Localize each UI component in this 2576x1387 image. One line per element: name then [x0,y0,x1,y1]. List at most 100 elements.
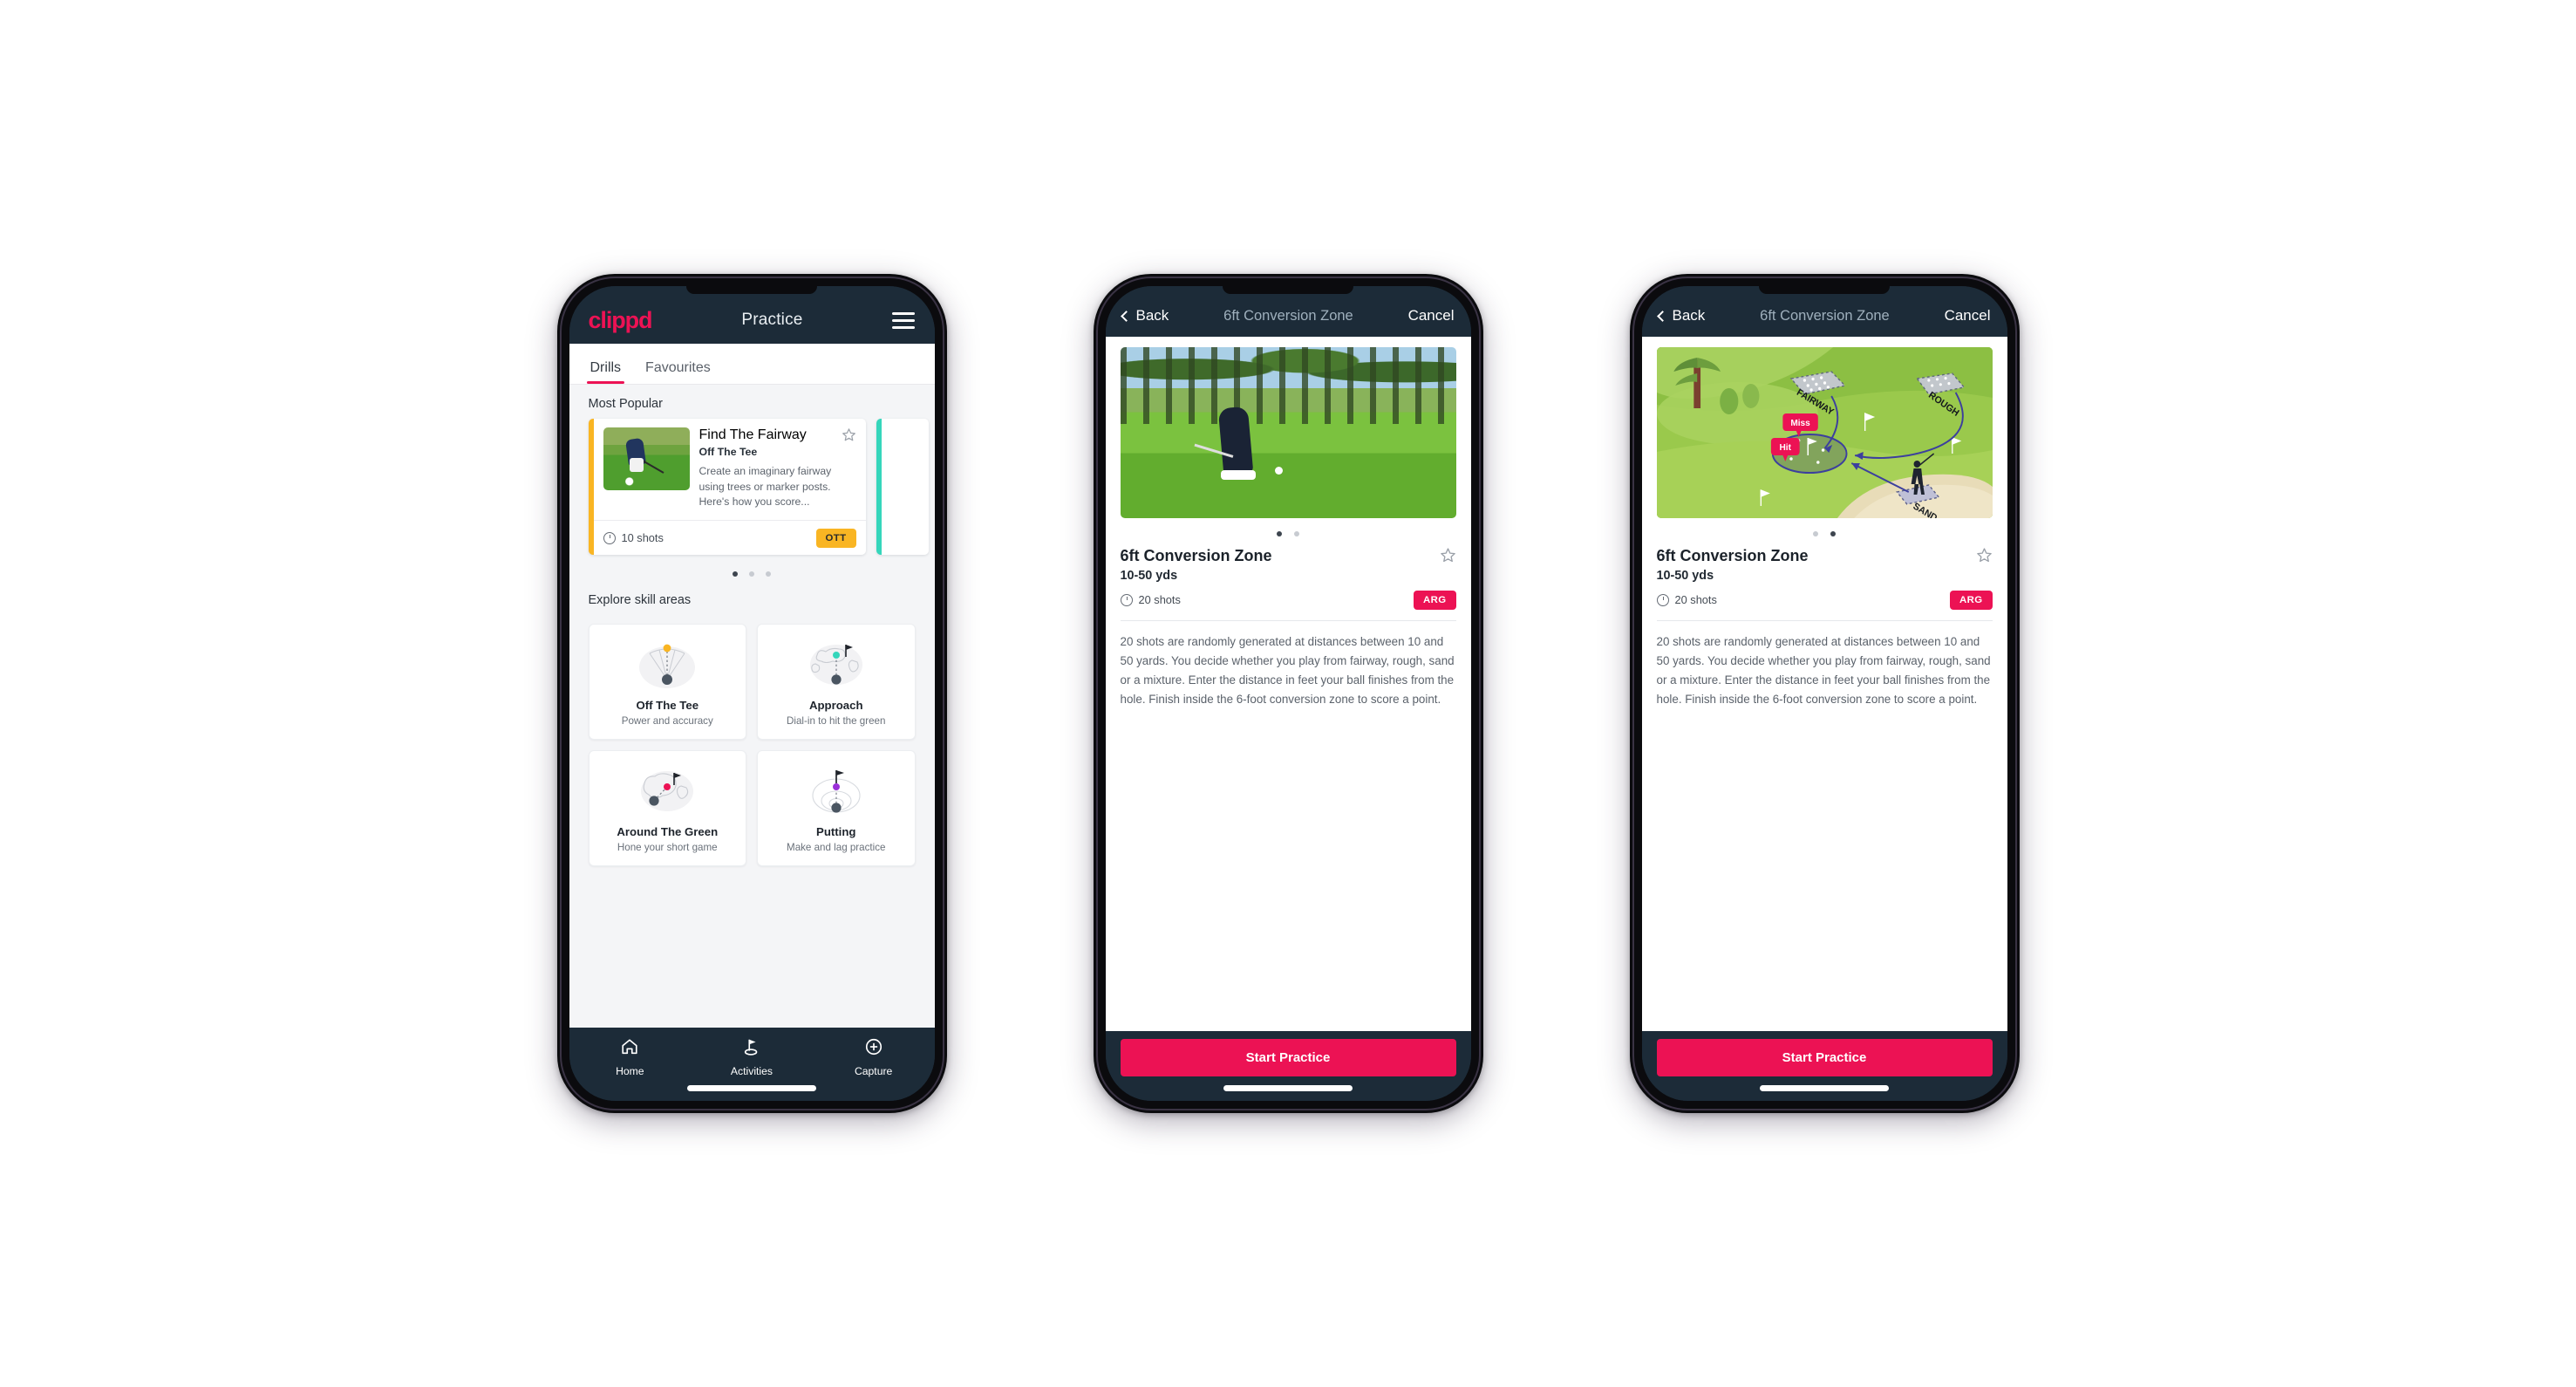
skill-card-putting[interactable]: Putting Make and lag practice [757,750,916,867]
drill-card-next-peek[interactable] [876,419,929,556]
hero-illustration[interactable]: FAIRWAY ROUGH SAND Miss Hit [1656,347,1993,518]
explore-heading: Explore skill areas [588,593,692,608]
detail-meta-row: 20 shots ARG [1120,590,1456,621]
approach-icon [765,638,908,692]
plus-circle-icon [864,1037,883,1061]
tab-favourites-label: Favourites [645,360,711,375]
practice-body: Most Popular Find The Fairway Off The Te… [569,385,935,1028]
back-label: Back [1672,307,1706,324]
hamburger-icon[interactable] [892,311,916,329]
detail-title: 6ft Conversion Zone [1656,547,1809,564]
svg-text:Miss: Miss [1790,419,1810,428]
detail-shots: 20 shots [1120,593,1181,607]
carousel-dots[interactable] [569,555,935,577]
drill-card-top: Find The Fairway Off The Tee Create an i… [594,419,866,520]
detail-meta-row: 20 shots ARG [1656,590,1993,621]
clippd-logo: clippd [588,306,653,333]
chevron-left-icon [1656,310,1668,322]
home-indicator [687,1085,816,1091]
back-label: Back [1135,307,1169,324]
device-notch [1759,286,1890,294]
drill-thumbnail [603,427,690,490]
off-the-tee-icon [596,638,739,692]
drill-card-meta: Find The Fairway Off The Tee Create an i… [699,427,856,510]
hero-dot[interactable] [1294,531,1299,536]
cancel-button[interactable]: Cancel [1408,307,1455,325]
status-badge: ARG [1413,590,1456,610]
device-notch [1223,286,1353,294]
skill-card-approach[interactable]: Approach Dial-in to hit the green [757,624,916,741]
skill-desc: Dial-in to hit the green [787,715,886,728]
tab-capture[interactable]: Capture [814,1037,934,1077]
skill-desc: Power and accuracy [621,715,713,728]
start-practice-button[interactable]: Start Practice [1656,1039,1993,1076]
skill-area-grid: Off The Tee Power and accuracy Approach … [569,615,935,867]
cancel-button[interactable]: Cancel [1945,307,1991,325]
tab-activities-label: Activities [730,1065,773,1077]
drill-card[interactable]: Find The Fairway Off The Tee Create an i… [588,419,866,556]
hero-photo[interactable] [1120,347,1456,518]
status-badge: OTT [815,528,856,548]
skill-desc: Make and lag practice [787,842,886,854]
skill-card-around-the-green[interactable]: Around The Green Hone your short game [588,750,746,867]
detail-shots-label: 20 shots [1138,593,1181,607]
skill-card-off-the-tee[interactable]: Off The Tee Power and accuracy [588,624,746,741]
screen-2: Back 6ft Conversion Zone Cancel 6ft Conv… [1105,286,1471,1101]
phone-practice-list: clippd Practice Drills Favourites Most P… [556,274,947,1113]
nav-title: 6ft Conversion Zone [1760,307,1890,324]
drill-carousel[interactable]: Find The Fairway Off The Tee Create an i… [569,419,935,556]
tab-home-label: Home [616,1065,644,1077]
putting-icon [765,764,908,818]
detail-yardage: 10-50 yds [1120,568,1178,583]
tab-drills-label: Drills [589,360,622,375]
start-practice-button[interactable]: Start Practice [1120,1039,1456,1076]
status-badge: ARG [1949,590,1993,610]
home-indicator [1223,1085,1353,1091]
screenshot-stage: clippd Practice Drills Favourites Most P… [0,0,2576,1387]
detail-header: 6ft Conversion Zone 10-50 yds [1657,547,1993,583]
tab-home[interactable]: Home [569,1037,690,1077]
back-button[interactable]: Back [1120,307,1169,325]
device-notch [686,286,817,294]
tab-favourites[interactable]: Favourites [633,360,723,384]
screen-1: clippd Practice Drills Favourites Most P… [569,286,935,1101]
skill-desc: Hone your short game [617,842,718,854]
home-indicator [1760,1085,1889,1091]
golf-flag-icon [742,1037,761,1061]
screen-3: Back 6ft Conversion Zone Cancel FAIRWAY … [1641,286,2007,1101]
drill-subtitle: Off The Tee [699,446,758,458]
skill-name: Approach [808,699,863,713]
drill-card-head: Find The Fairway [699,427,856,443]
detail-description: 20 shots are randomly generated at dista… [1120,634,1455,707]
detail-yardage: 10-50 yds [1656,568,1714,583]
most-popular-heading: Most Popular [588,397,663,411]
hero-carousel-dots[interactable] [1121,518,1456,547]
drill-detail-pane: FAIRWAY ROUGH SAND Miss Hit 6ft Conversi… [1641,337,2007,1031]
detail-title: 6ft Conversion Zone [1120,547,1272,564]
skill-name: Off The Tee [636,699,699,713]
around-the-green-icon [596,764,739,818]
phone-drill-detail-photo: Back 6ft Conversion Zone Cancel 6ft Conv… [1093,274,1483,1113]
hero-dot[interactable] [1830,531,1836,536]
drill-shots: 10 shots [603,531,664,544]
clock-icon [603,531,616,544]
tab-activities[interactable]: Activities [692,1037,812,1077]
tab-capture-label: Capture [854,1065,893,1077]
phone-drill-detail-illustration: Back 6ft Conversion Zone Cancel FAIRWAY … [1629,274,2020,1113]
tab-drills[interactable]: Drills [586,360,634,384]
star-outline-icon[interactable] [1440,547,1456,564]
back-button[interactable]: Back [1656,307,1706,325]
hero-carousel-dots[interactable] [1657,518,1993,547]
svg-text:Hit: Hit [1779,443,1791,453]
drill-detail-pane: 6ft Conversion Zone 10-50 yds 20 shots A… [1105,337,1471,1031]
star-outline-icon[interactable] [1976,547,1993,564]
hero-dot[interactable] [1813,531,1818,536]
tab-bar: Drills Favourites [569,344,935,385]
star-outline-icon[interactable] [842,427,856,442]
detail-description: 20 shots are randomly generated at dista… [1656,634,1991,707]
app-bar: clippd Practice [569,286,935,344]
skill-name: Putting [816,825,856,839]
home-icon [620,1037,639,1061]
drill-card-footer: 10 shots OTT [593,520,866,555]
hero-dot[interactable] [1277,531,1282,536]
